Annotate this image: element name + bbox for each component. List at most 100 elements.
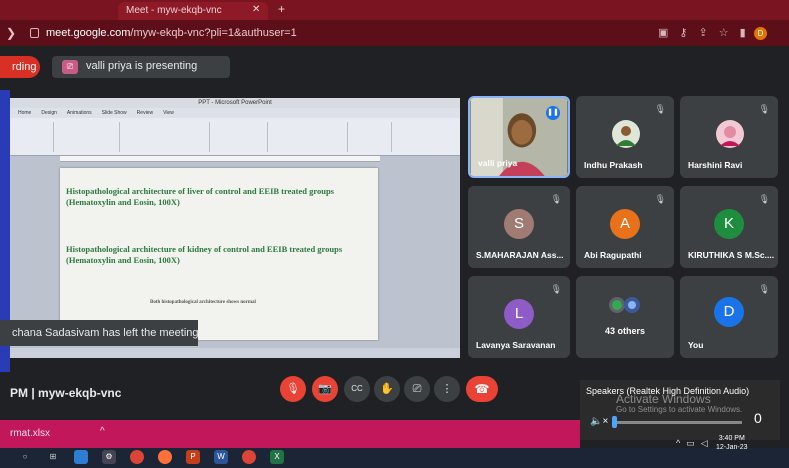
excel-icon[interactable]: X [270,450,284,464]
ribbon-tab: View [163,110,174,116]
new-tab-button[interactable]: + [278,2,285,16]
share-icon[interactable]: ⇪ [698,26,707,39]
ribbon-tab: Slide Show [101,110,127,116]
participant-tile[interactable]: 🎙 S S.MAHARAJAN Ass... [468,186,570,268]
more-options-button[interactable]: ⋮ [434,376,460,402]
slide-ruler [60,156,380,162]
ribbon-tab: Design [41,110,57,116]
back-arrow-icon[interactable]: ❯ [6,26,16,40]
tray-chevron-icon[interactable]: ^ [676,438,680,449]
slide-caption-liver: Histopathological architecture of liver … [66,186,334,207]
url-path: /myw-ekqb-vnc?pli=1&authuser=1 [130,27,297,39]
others-count: 43 others [604,326,646,336]
ribbon-tab: Home [18,110,32,116]
others-tile[interactable]: 43 others [576,276,674,358]
self-tile[interactable]: 🎙 D You [680,276,778,358]
ribbon-group-editing [352,122,392,152]
ribbon-group-paragraph [214,122,268,152]
present-screen-icon: ⎚ [62,60,78,74]
end-call-button[interactable]: ☎ [466,376,498,402]
participant-avatar: A [610,208,640,239]
clock-date: 12-Jan-23 [716,444,748,451]
participant-name: valli priya [478,158,518,168]
self-avatar: D [714,297,744,328]
mic-off-icon: 🎙 [654,194,666,204]
raise-hand-button[interactable]: ✋ [374,376,400,402]
participant-tile[interactable]: ❚❚ valli priya [468,96,570,178]
mic-off-icon: 🎙 [550,284,562,294]
slide-note: Both histopathological architecture show… [150,300,256,305]
clock-time: 3:40 PM [718,435,745,442]
participant-name: You [688,340,704,350]
participant-avatar: S [504,208,534,239]
ribbon-tabs: Home Design Animations Slide Show Review… [10,108,460,118]
mic-off-icon: 🎙 [758,194,770,204]
key-icon[interactable]: ⚷ [679,26,687,39]
volume-value: 0 [754,410,762,426]
participant-name: Harshini Ravi [688,160,743,170]
extension-icon[interactable]: ▣ [658,26,668,39]
participant-tile[interactable]: 🎙 Harshini Ravi [680,96,778,178]
ribbon-group-drawing [272,122,348,152]
firefox-icon[interactable] [158,450,172,464]
word-icon[interactable]: W [214,450,228,464]
participant-avatar: K [714,208,744,239]
participant-tile[interactable]: 🎙 A Abi Ragupathi [576,186,674,268]
mic-off-icon: 🎙 [550,194,562,204]
present-button[interactable]: ⎚ [404,376,430,402]
toolbar-icons: ▣ ⚷ ⇪ ☆ ▮ [658,26,746,39]
chrome-profile-icon[interactable] [242,450,256,464]
participant-tile[interactable]: 🎙 K KIRUTHIKA S M.Sc.... [680,186,778,268]
others-avatars [609,297,640,313]
profile-avatar[interactable]: D [754,27,767,40]
volume-icon[interactable]: ◁ [701,438,708,449]
ribbon-tab: Animations [66,110,92,116]
taskbar-apps: ○ ⊞ ⚙ P W X [18,450,284,464]
url-text[interactable]: meet.google.com/myw-ekqb-vnc?pli=1&authu… [46,27,297,39]
task-view-icon[interactable]: ⊞ [46,450,60,464]
download-shelf [0,420,580,448]
participant-photo [716,120,744,148]
url-host: meet.google.com [46,27,131,39]
participant-avatar: L [504,298,534,329]
chrome-icon[interactable] [130,450,144,464]
participant-name: S.MAHARAJAN Ass... [476,250,564,260]
slide-caption-kidney: Histopathological architecture of kidney… [66,244,343,265]
chevron-up-icon[interactable]: ^ [100,426,105,437]
powerpoint-status-bar [10,348,460,358]
ribbon-tab: Review [136,110,154,116]
speaker-muted-icon[interactable]: 🔈× [590,416,608,427]
mic-off-icon: 🎙 [758,104,770,114]
participant-tile[interactable]: 🎙 L Lavanya Saravanan [468,276,570,358]
recording-badge: rding [0,56,40,78]
participant-name: Lavanya Saravanan [476,340,556,350]
participant-name: Abi Ragupathi [584,250,642,260]
participant-tile[interactable]: 🎙 Indhu Prakash [576,96,674,178]
star-icon[interactable]: ☆ [719,26,729,39]
network-icon[interactable]: ▭ [686,438,695,449]
browser-tab[interactable]: Meet - myw-ekqb-vnc [118,2,268,20]
left-meeting-toast: chana Sadasivam has left the meeting [0,320,198,346]
powerpoint-ribbon [10,118,460,156]
captions-button[interactable]: CC [344,376,370,402]
settings-icon[interactable]: ⚙ [102,450,116,464]
tab-close-icon[interactable]: ✕ [252,4,260,15]
volume-slider-thumb[interactable] [612,416,617,428]
file-explorer-icon[interactable] [74,450,88,464]
powerpoint-icon[interactable]: P [186,450,200,464]
presenting-text: valli priya is presenting [86,60,198,72]
taskbar-clock[interactable]: 3:40 PM 12-Jan-23 [716,434,748,452]
participant-photo [612,120,640,148]
mic-toggle-button[interactable]: 🎙 [280,376,306,402]
screenshot: Meet - myw-ekqb-vnc ✕ + ❯ meet.google.co… [0,0,789,468]
lock-icon[interactable] [30,28,39,38]
meeting-info: PM | myw-ekqb-vnc [10,386,122,400]
activate-windows-subtitle: Go to Settings to activate Windows. [616,405,743,414]
search-icon[interactable]: ○ [18,450,32,464]
speaking-indicator-icon: ❚❚ [546,106,560,120]
ribbon-group-clipboard [14,122,54,152]
sidepanel-icon[interactable]: ▮ [740,26,746,39]
volume-slider[interactable] [614,421,742,424]
camera-toggle-button[interactable]: 📷 [312,376,338,402]
download-file-name[interactable]: rmat.xlsx [10,428,50,439]
